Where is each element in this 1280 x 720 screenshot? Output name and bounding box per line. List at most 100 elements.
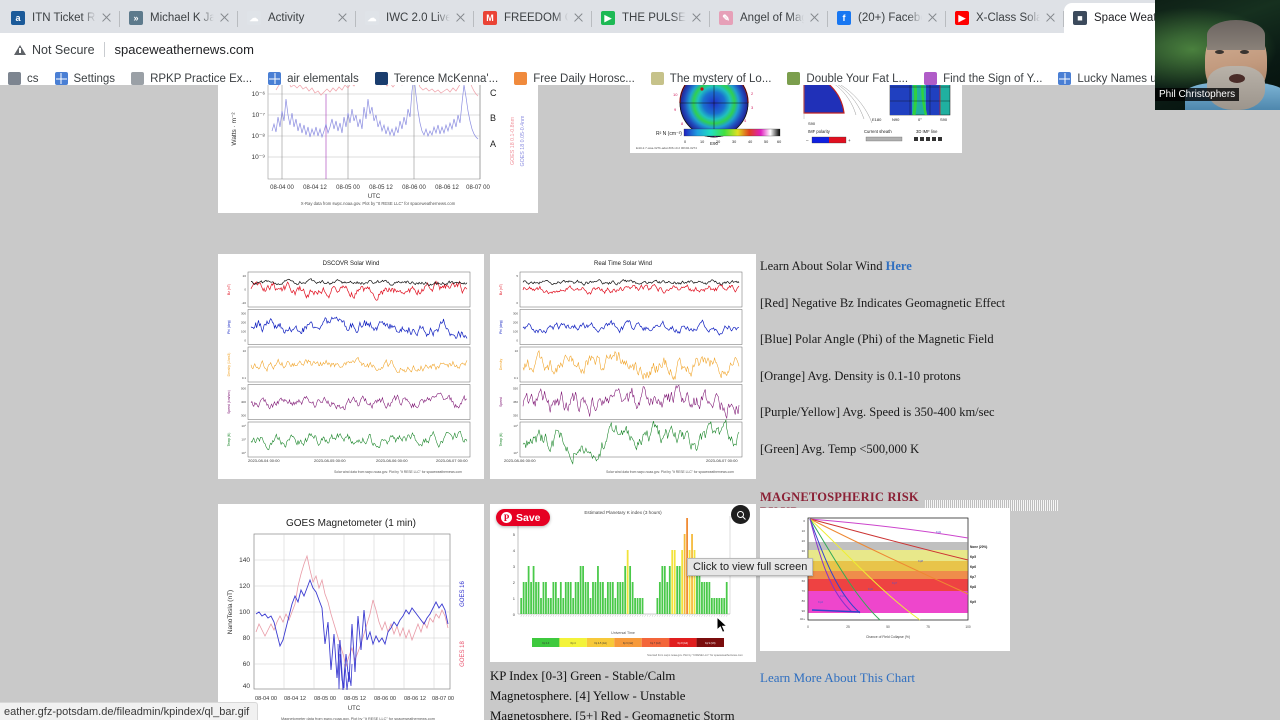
goes-xray-flux-chart[interactable]: 10⁻⁵ 10⁻⁶ 10⁻⁷ 10⁻⁸ 10⁻⁹ Watts · m⁻² 08-… — [218, 85, 538, 213]
play-icon: ▶ — [601, 11, 615, 25]
subplot-ylabel: Temp (K) — [227, 433, 231, 447]
kp-bar — [723, 598, 726, 614]
view-fullscreen-button[interactable] — [731, 505, 750, 524]
page-viewport[interactable]: 10⁻⁵ 10⁻⁶ 10⁻⁷ 10⁻⁸ 10⁻⁹ Watts · m⁻² 08-… — [0, 85, 1280, 720]
bookmark-item[interactable]: air elementals — [260, 72, 367, 85]
browser-tab[interactable]: ☁ IWC 2.0 Livestr — [356, 3, 474, 33]
security-status-label: Not Secure — [32, 42, 95, 57]
svg-text:NanoTesla (nT): NanoTesla (nT) — [227, 590, 234, 634]
amazon-icon: a — [11, 11, 25, 25]
svg-text:10⁻⁶: 10⁻⁶ — [252, 91, 266, 98]
learn-more-about-chart-link[interactable]: Learn More About This Chart — [760, 670, 915, 686]
kp-bar — [540, 598, 542, 614]
kp-bar — [720, 598, 723, 614]
bookmark-item[interactable]: Find the Sign of Y... — [916, 72, 1050, 85]
bookmark-label: RPKP Practice Ex... — [150, 72, 253, 85]
solar-wind-here-link[interactable]: Here — [886, 259, 912, 273]
svg-text:Sourced from swpc.noaa.gov. Pl: Sourced from swpc.noaa.gov. Plot by "It … — [647, 653, 743, 657]
tab-close-icon[interactable] — [454, 11, 468, 25]
svg-text:GOES 18 0.05-0.4nm: GOES 18 0.05-0.4nm — [520, 115, 526, 167]
pinterest-save-button[interactable]: P Save — [496, 509, 550, 526]
kp-bar — [527, 566, 530, 614]
enlil-solar-wind-model-chart[interactable]: 121110 987 654 321 E90 S90 — [630, 85, 962, 153]
bookmark-item[interactable]: Double Your Fat L... — [779, 72, 916, 85]
browser-tab[interactable]: ▶ X-Class Solar F — [946, 3, 1064, 33]
svg-text:10⁻⁷: 10⁻⁷ — [252, 112, 266, 119]
globe-icon — [1058, 72, 1072, 85]
kp-bar — [718, 598, 721, 614]
svg-text:0°: 0° — [918, 117, 922, 122]
learn-about-solar-wind-line: Learn About Solar Wind Here — [760, 259, 1010, 274]
tab-close-icon[interactable] — [100, 11, 114, 25]
goes-magnetometer-chart[interactable]: GOES Magnetometer (1 min) 140 120 100 80… — [218, 504, 484, 720]
svg-text:08-06 12: 08-06 12 — [435, 185, 459, 191]
kp-bar — [681, 550, 684, 614]
legend-line-blue: [Blue] Polar Angle (Phi) of the Magnetic… — [760, 332, 994, 346]
dscovr-title: DSCOVR Solar Wind — [323, 261, 380, 267]
svg-text:60: 60 — [802, 579, 806, 583]
svg-text:40: 40 — [243, 683, 251, 690]
subplot-ytick: 300 — [241, 312, 246, 316]
browser-status-bar: eather.gfz-potsdam.de/fileadmin/kpindex/… — [0, 702, 259, 720]
tab-close-icon[interactable] — [218, 11, 232, 25]
subplot-ytick: 200 — [513, 321, 518, 325]
svg-text:Kp6: Kp6 — [868, 587, 873, 591]
browser-tab[interactable]: a ITN Ticket Rece — [2, 3, 120, 33]
subplot-ytick: 10⁶ — [241, 424, 246, 428]
svg-text:0: 0 — [807, 625, 809, 629]
svg-text:30: 30 — [802, 549, 806, 553]
tab-close-icon[interactable] — [808, 11, 822, 25]
svg-text:UTC: UTC — [348, 706, 361, 712]
dscovr-solar-wind-chart[interactable]: DSCOVR Solar Wind Bz (nT) 20 0 -20 Phi (deg)… — [218, 254, 484, 479]
browser-tab[interactable]: ▶ THE PULSE WI — [592, 3, 710, 33]
kp-bar — [584, 582, 587, 614]
svg-text:08-04 00: 08-04 00 — [255, 696, 277, 702]
kp-bar — [592, 582, 594, 614]
kp-bar — [582, 566, 584, 614]
svg-text:08-06 00: 08-06 00 — [402, 185, 426, 191]
browser-tab[interactable]: » Michael K Jaco — [120, 3, 238, 33]
bird-icon: » — [129, 11, 143, 25]
svg-text:0: 0 — [684, 140, 686, 144]
dscovr-chart-svg: DSCOVR Solar Wind Bz (nT) 200 -20 Phi (deg)… — [218, 254, 484, 479]
bookmark-item[interactable]: Terence McKenna'... — [367, 72, 506, 85]
bookmark-item[interactable]: Settings — [47, 72, 124, 85]
svg-text:X-Ray data from swpc.noaa.gov.: X-Ray data from swpc.noaa.gov. Plot by "… — [301, 201, 456, 206]
webcam-hair — [1207, 20, 1265, 50]
browser-tab[interactable]: ☁ Activity — [238, 3, 356, 33]
bookmark-item[interactable]: cs — [0, 72, 47, 85]
bookmark-item[interactable]: Free Daily Horosc... — [506, 72, 643, 85]
svg-text:Kp9: Kp9 — [936, 530, 941, 534]
subplot-ytick: 400 — [241, 400, 246, 404]
kp-bar — [542, 582, 545, 614]
tab-close-icon[interactable] — [572, 11, 586, 25]
legend-line-purple: [Purple/Yellow] Avg. Speed is 350-400 km… — [760, 405, 995, 419]
kp-bar — [574, 582, 577, 614]
tab-title: (20+) Facebook — [858, 12, 922, 24]
estimated-planetary-k-index-chart[interactable]: Estimated Planetary K index (3 hours) 01… — [490, 504, 756, 662]
tab-close-icon[interactable] — [1044, 11, 1058, 25]
webcam-eye-left — [1215, 50, 1224, 54]
bookmark-item[interactable]: The mystery of Lo... — [643, 72, 780, 85]
browser-tab[interactable]: ✎ Angel of Magic — [710, 3, 828, 33]
kp-bar — [708, 582, 711, 614]
kp-bar — [701, 582, 703, 614]
svg-text:140: 140 — [239, 557, 250, 564]
youtube-icon: ▶ — [955, 11, 969, 25]
webcam-overlay[interactable]: Phil Christophers — [1155, 0, 1280, 110]
subplot-ytick: 100 — [513, 330, 518, 334]
magnetospheric-risk-chart[interactable]: None (20%) Kp5 Kp6 Kp7 Kp8 Kp9 0 10 20 30 4… — [760, 508, 1010, 651]
tab-close-icon[interactable] — [336, 11, 350, 25]
real-time-solar-wind-chart[interactable]: Real Time Solar Wind Bz (nT) 5 0 Phi (deg) 3… — [490, 254, 756, 479]
svg-text:10⁻⁸: 10⁻⁸ — [252, 133, 266, 140]
browser-tab[interactable]: M FREEDOM CHA — [474, 3, 592, 33]
tab-close-icon[interactable] — [690, 11, 704, 25]
sun-icon — [514, 72, 528, 85]
tab-close-icon[interactable] — [926, 11, 940, 25]
kp-bar — [520, 598, 523, 614]
bookmark-item[interactable]: RPKP Practice Ex... — [123, 72, 260, 85]
browser-tab[interactable]: f (20+) Facebook — [828, 3, 946, 33]
kp-chart-svg: Estimated Planetary K index (3 hours) 01… — [490, 504, 756, 662]
webcam-eye-right — [1240, 50, 1249, 54]
address-bar[interactable]: Not Secure spaceweathernews.com — [14, 37, 1181, 63]
